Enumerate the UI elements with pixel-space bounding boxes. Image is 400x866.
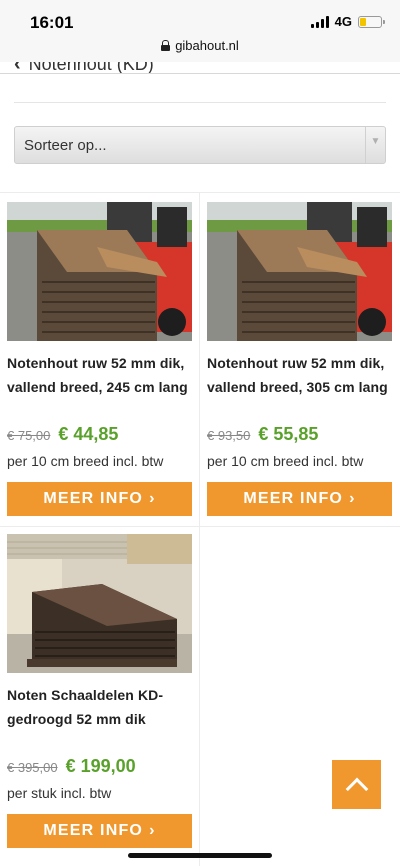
network-label: 4G [334,14,352,29]
sort-dropdown[interactable]: Sorteer op... ▼ [14,126,386,164]
more-info-label: MEER INFO [43,822,144,839]
battery-icon [358,15,385,28]
chevron-right-icon: › [349,490,356,507]
product-title[interactable]: Notenhout ruw 52 mm dik, vallend breed, … [7,351,193,399]
product-image[interactable] [7,202,192,341]
price-unit: per 10 cm breed incl. btw [7,453,164,469]
sale-price: € 55,85 [258,424,319,444]
price-row: € 75,00 € 44,85 [7,424,118,445]
sale-price: € 199,00 [65,756,136,776]
scroll-to-top-button[interactable] [332,760,381,809]
chevron-down-icon: ▼ [365,127,385,163]
signal-icon [310,15,329,28]
price-unit: per stuk incl. btw [7,785,112,801]
home-indicator[interactable] [128,853,272,858]
page-header: ‹ Notenhout (KD) [0,62,400,74]
divider [14,102,386,103]
more-info-label: MEER INFO [243,490,344,507]
lock-icon [161,40,171,51]
more-info-button[interactable]: MEER INFO › [7,814,192,848]
chevron-right-icon: › [149,822,156,839]
old-price: € 75,00 [7,428,51,443]
old-price: € 93,50 [207,428,251,443]
more-info-label: MEER INFO [43,490,144,507]
status-bar: 16:01 4G [0,0,400,38]
price-row: € 93,50 € 55,85 [207,424,318,445]
grid-divider [0,526,400,527]
product-card: Notenhout ruw 52 mm dik, vallend breed, … [7,202,193,516]
product-image[interactable] [207,202,392,341]
sale-price: € 44,85 [58,424,119,444]
back-link[interactable]: ‹ Notenhout (KD) [14,62,154,74]
price-row: € 395,00 € 199,00 [7,756,136,777]
status-indicators: 4G [310,14,385,29]
product-image[interactable] [7,534,192,673]
divider [0,192,400,193]
product-card: Notenhout ruw 52 mm dik, vallend breed, … [207,202,393,516]
product-card: Noten Schaaldelen KD-gedroogd 52 mm dik … [7,534,193,848]
grid-divider [199,193,200,866]
sort-dropdown-label: Sorteer op... [24,137,107,154]
url-text: gibahout.nl [175,38,239,53]
chevron-up-icon [345,777,368,800]
status-time: 16:01 [30,13,74,32]
price-unit: per 10 cm breed incl. btw [207,453,364,469]
more-info-button[interactable]: MEER INFO › [207,482,392,516]
chevron-left-icon: ‹ [14,62,21,74]
product-title[interactable]: Notenhout ruw 52 mm dik, vallend breed, … [207,351,393,399]
chevron-right-icon: › [149,490,156,507]
back-link-label: Notenhout (KD) [28,62,154,74]
product-title[interactable]: Noten Schaaldelen KD-gedroogd 52 mm dik [7,683,193,731]
old-price: € 395,00 [7,760,58,775]
more-info-button[interactable]: MEER INFO › [7,482,192,516]
address-bar[interactable]: gibahout.nl [0,38,400,62]
